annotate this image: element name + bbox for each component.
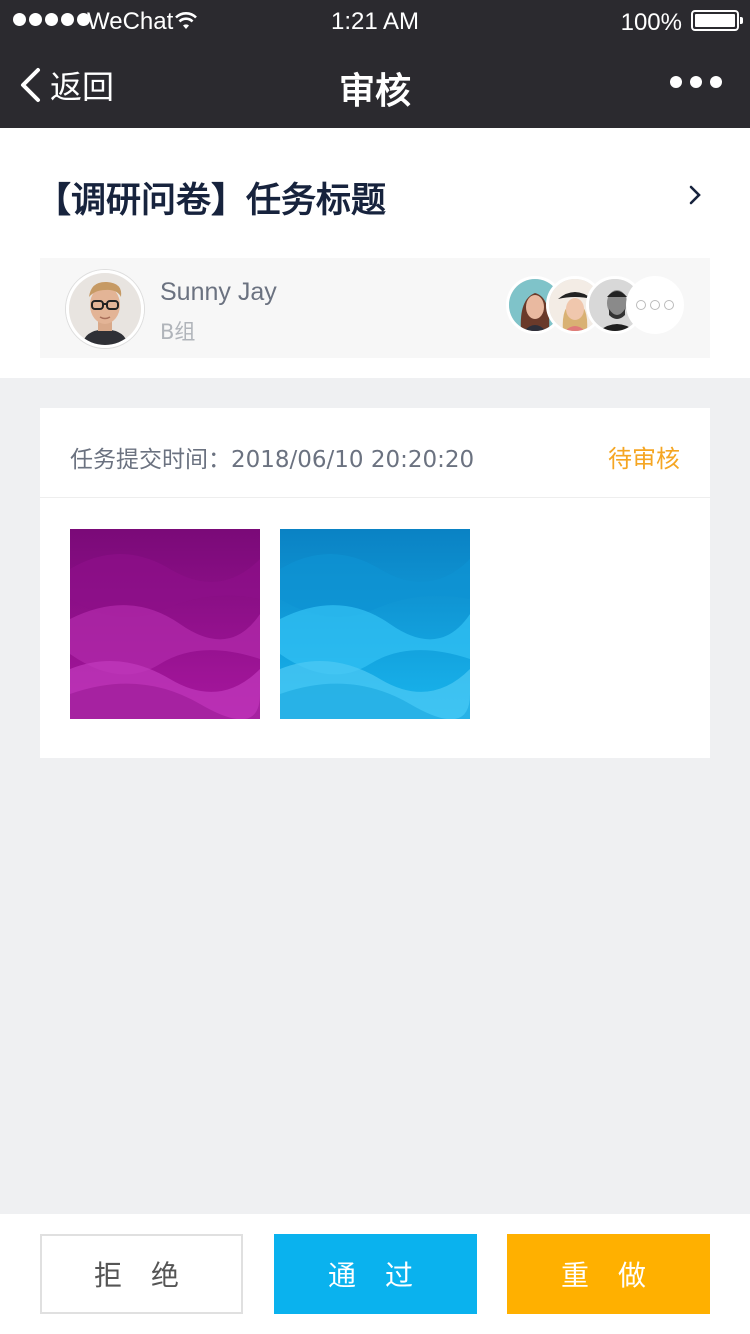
chevron-right-icon[interactable] — [688, 184, 702, 206]
page-title: 审核 — [338, 71, 411, 112]
member-avatars — [506, 276, 684, 336]
submission-image-purple[interactable] — [70, 529, 260, 719]
reject-button[interactable]: 拒 绝 — [40, 1234, 243, 1314]
redo-button[interactable]: 重 做 — [507, 1234, 710, 1314]
battery-icon — [691, 10, 743, 31]
action-bar: 拒 绝 通 过 重 做 — [0, 1214, 750, 1334]
submit-time-label: 任务提交时间： — [70, 447, 231, 473]
submission-card: 任务提交时间：2018/06/10 20:20:20 待审核 — [40, 408, 710, 758]
more-members-button[interactable] — [626, 276, 684, 334]
task-title-card: 【调研问卷】任务标题 Sunny Jay B组 — [0, 128, 750, 378]
header: WeChat 1:21 AM 100% 返回 审核 — [0, 0, 750, 128]
avatar[interactable] — [66, 270, 144, 348]
task-title[interactable]: 【调研问卷】任务标题 — [36, 172, 386, 223]
more-menu-icon[interactable] — [670, 76, 722, 88]
battery-percent: 100% — [620, 9, 682, 36]
submission-header: 任务提交时间：2018/06/10 20:20:20 待审核 — [40, 408, 710, 498]
submitter-group: B组 — [160, 320, 196, 344]
status-badge: 待审核 — [608, 445, 680, 473]
submitter-row: Sunny Jay B组 — [40, 258, 710, 358]
submission-image-blue[interactable] — [280, 529, 470, 719]
submitter-name: Sunny Jay — [160, 278, 277, 306]
nav-bar: 返回 审核 — [0, 40, 750, 128]
submit-time-value: 2018/06/10 20:20:20 — [231, 447, 475, 473]
submit-time-row: 任务提交时间：2018/06/10 20:20:20 — [70, 440, 474, 474]
status-bar: WeChat 1:21 AM 100% — [0, 0, 750, 40]
pass-button[interactable]: 通 过 — [274, 1234, 477, 1314]
